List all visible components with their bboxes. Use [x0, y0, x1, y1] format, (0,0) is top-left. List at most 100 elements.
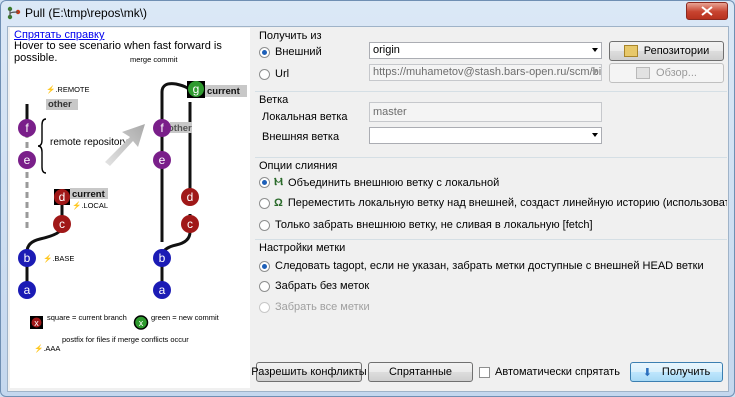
repositories-button[interactable]: Репозитории — [609, 41, 724, 61]
merge-option-label: Объединить внешнюю ветку с локальной — [288, 176, 500, 189]
legend-postfix-tag: ⚡.AAA — [34, 344, 60, 353]
svg-text:c: c — [59, 217, 65, 231]
tag-group-border — [255, 239, 727, 240]
commit-b-left: b — [18, 249, 36, 267]
no-tags-option-label: Забрать без меток — [275, 280, 370, 292]
commit-a-right: a — [153, 281, 171, 299]
fetch-option-label: Только забрать внешнюю ветку, не сливая … — [275, 219, 593, 231]
merge-option-merge[interactable]: Ⲙ Объединить внешнюю ветку с локальной — [259, 176, 499, 189]
resolve-conflicts-button[interactable]: Разрешить конфликты — [251, 362, 367, 382]
remote-select[interactable]: origin — [369, 42, 602, 59]
merge-commit-label: merge commit — [130, 55, 178, 64]
svg-text:b: b — [24, 251, 31, 265]
merge-icon: Ⲙ — [274, 176, 284, 188]
legend-green-text: green = new commit — [151, 313, 220, 322]
remote-tag-label: ⚡.REMOTE — [46, 85, 90, 94]
tagopt-option-label: Следовать tagopt, если не указан, забрат… — [275, 260, 704, 272]
merged-other-label: other — [168, 123, 192, 134]
tag-option-all-tags: Забрать все метки — [259, 301, 370, 313]
remote-radio-label: Внешний — [275, 46, 322, 58]
svg-text:green = new commit: green = new commit — [151, 313, 220, 322]
commit-c-left: c — [53, 215, 71, 233]
pull-button-label: Получить — [661, 366, 711, 378]
svg-text:g: g — [193, 82, 200, 96]
remote-radio[interactable] — [259, 46, 270, 58]
merge-radio[interactable] — [259, 177, 270, 188]
merged-current-label: current — [207, 86, 241, 97]
url-select[interactable]: https://muhametov@stash.bars-open.ru/scm… — [369, 64, 602, 81]
source-group-title: Получить из — [259, 30, 322, 42]
commit-e-left: e — [18, 151, 36, 169]
legend-square-text: square = current branch — [47, 313, 127, 322]
branch-group-border — [255, 91, 727, 92]
no-tags-radio[interactable] — [259, 280, 270, 292]
remote-repository-label: remote repository — [50, 137, 128, 148]
help-panel: Спрятать справку Hover to see scenario w… — [10, 28, 250, 388]
commit-a-left: a — [18, 281, 36, 299]
commit-b-right: b — [153, 249, 171, 267]
merge-group-border — [255, 157, 727, 158]
svg-text:square = current branch: square = current branch — [47, 313, 127, 322]
url-radio-row[interactable]: Url — [259, 68, 289, 80]
url-select-value: https://muhametov@stash.bars-open.ru/scm… — [373, 66, 602, 78]
pull-button[interactable]: ⬇ Получить — [630, 362, 723, 382]
stashed-button[interactable]: Спрятанные — [368, 362, 473, 382]
dialog-client-area: Спрятать справку Hover to see scenario w… — [7, 26, 729, 392]
local-branch-field: master — [369, 102, 602, 122]
remote-branch-label: other — [48, 99, 72, 110]
rebase-option-label: Переместить локальную ветку над внешней,… — [287, 197, 727, 209]
commit-d-left: d — [54, 189, 70, 205]
autostash-checkbox[interactable] — [479, 366, 490, 378]
legend-postfix-text: postfix for files if merge conflicts occ… — [62, 335, 189, 344]
legend-square-item: x square = current branch — [30, 313, 127, 329]
commit-f-right: f — [153, 119, 171, 137]
tag-settings-group: Настройки метки Следовать tagopt, если н… — [255, 238, 727, 316]
tag-settings-title: Настройки метки — [259, 242, 346, 254]
title-bar: Pull (E:\tmp\repos\mk\) — [1, 1, 734, 25]
svg-text:e: e — [24, 153, 31, 167]
svg-text:e: e — [159, 153, 166, 167]
fetch-radio[interactable] — [259, 219, 270, 231]
merge-option-rebase[interactable]: Ω Переместить локальную ветку над внешне… — [259, 197, 727, 209]
pull-dialog-window: Pull (E:\tmp\repos\mk\) Спрятать справку… — [0, 0, 735, 397]
chevron-down-icon — [592, 70, 598, 74]
git-app-icon — [7, 6, 21, 20]
tag-option-no-tags[interactable]: Забрать без меток — [259, 280, 369, 292]
legend-green-item: x green = new commit — [133, 313, 220, 330]
tagopt-radio[interactable] — [259, 260, 270, 272]
base-tag-label: ⚡.BASE — [43, 254, 74, 263]
autostash-label: Автоматически спрятать — [495, 366, 620, 378]
repositories-icon — [623, 45, 638, 57]
remote-branch-select[interactable] — [369, 127, 602, 144]
svg-text:d: d — [59, 190, 66, 204]
merge-option-fetch[interactable]: Только забрать внешнюю ветку, не сливая … — [259, 219, 593, 231]
repositories-button-label: Репозитории — [643, 45, 710, 57]
commit-e-right: e — [153, 151, 171, 169]
chevron-down-icon — [592, 48, 598, 52]
all-tags-radio — [259, 301, 270, 313]
url-radio[interactable] — [259, 68, 270, 80]
remote-select-value: origin — [373, 44, 400, 56]
close-button[interactable] — [686, 2, 728, 20]
local-branch-label: current — [72, 189, 106, 200]
browse-button[interactable]: Обзор... — [609, 63, 724, 83]
browse-icon — [636, 67, 651, 79]
commit-d-right: d — [181, 188, 199, 206]
svg-text:x: x — [139, 318, 144, 328]
window-title: Pull (E:\tmp\repos\mk\) — [25, 6, 148, 20]
pull-icon: ⬇ — [642, 366, 652, 379]
autostash-checkbox-row[interactable]: Автоматически спрятать — [479, 366, 620, 378]
svg-text:c: c — [187, 217, 193, 231]
svg-text:d: d — [187, 190, 194, 204]
remote-radio-row[interactable]: Внешний — [259, 46, 322, 58]
rebase-radio[interactable] — [259, 197, 270, 209]
local-tag-label: ⚡.LOCAL — [72, 201, 108, 210]
tag-option-tagopt[interactable]: Следовать tagopt, если не указан, забрат… — [259, 260, 704, 272]
browse-button-label: Обзор... — [656, 67, 697, 79]
merge-options-group: Опции слияния Ⲙ Объединить внешнюю ветку… — [255, 156, 727, 236]
svg-text:b: b — [159, 251, 166, 265]
commit-c-right: c — [181, 215, 199, 233]
svg-text:a: a — [24, 283, 31, 297]
svg-text:a: a — [159, 283, 166, 297]
merge-options-title: Опции слияния — [259, 160, 338, 172]
